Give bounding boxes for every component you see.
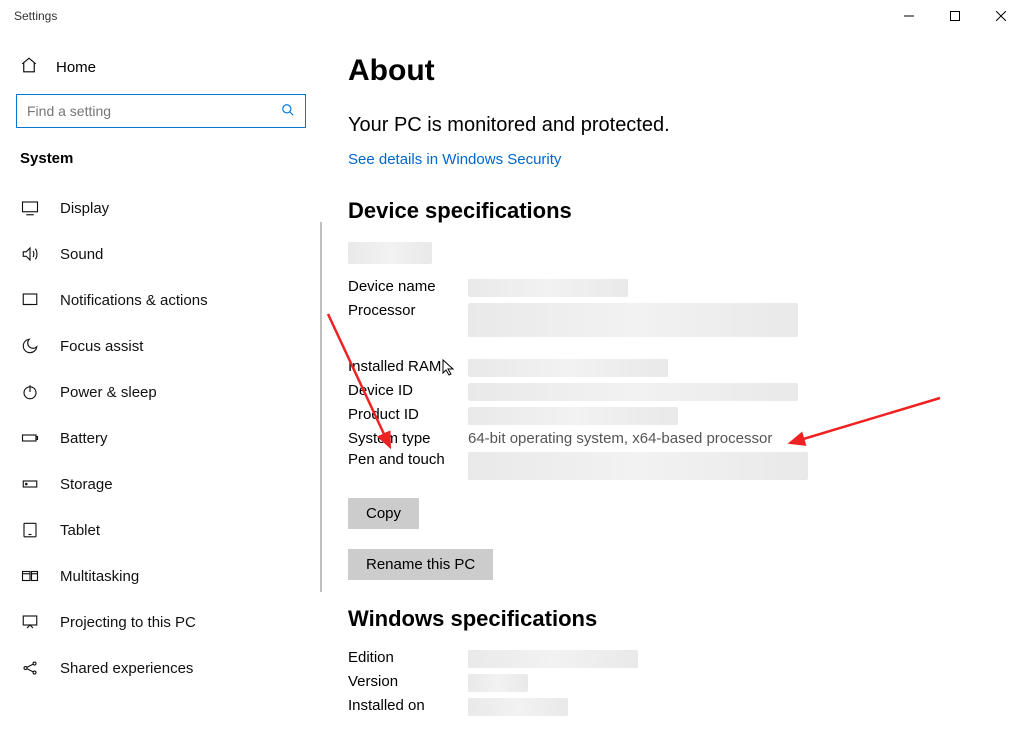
redacted-logo: [348, 242, 432, 264]
nav-label: Power & sleep: [60, 384, 157, 401]
sidebar-section: System: [0, 134, 320, 175]
spec-row-system-type: System type 64-bit operating system, x64…: [348, 431, 996, 446]
sidebar-item-power[interactable]: Power & sleep: [0, 369, 320, 415]
search-icon: [281, 103, 295, 120]
scroll-indicator[interactable]: [320, 222, 322, 592]
redacted-value: [468, 698, 568, 716]
nav-list: Display Sound Notifications & actions Fo…: [0, 175, 320, 691]
spec-row-installed-on: Installed on: [348, 698, 996, 716]
spec-label: Device ID: [348, 383, 468, 398]
nav-label: Tablet: [60, 522, 100, 539]
redacted-value: [468, 407, 678, 425]
redacted-value: [468, 303, 798, 337]
spec-label: Processor: [348, 303, 468, 318]
moon-icon: [20, 337, 40, 355]
nav-label: Display: [60, 200, 109, 217]
copy-button[interactable]: Copy: [348, 498, 419, 529]
home-label: Home: [56, 59, 96, 76]
spec-row-device-name: Device name: [348, 279, 996, 297]
cursor-icon: [442, 359, 456, 377]
protection-status: Your PC is monitored and protected.: [348, 114, 996, 137]
sidebar-item-battery[interactable]: Battery: [0, 415, 320, 461]
search-input[interactable]: Find a setting: [16, 94, 306, 128]
nav-label: Sound: [60, 246, 103, 263]
home-icon: [20, 56, 38, 78]
search-placeholder: Find a setting: [27, 103, 111, 119]
system-type-value: 64-bit operating system, x64-based proce…: [468, 431, 772, 446]
maximize-button[interactable]: [932, 0, 978, 32]
battery-icon: [20, 429, 40, 447]
notifications-icon: [20, 291, 40, 309]
sidebar-item-storage[interactable]: Storage: [0, 461, 320, 507]
redacted-value: [468, 279, 628, 297]
nav-label: Storage: [60, 476, 113, 493]
display-icon: [20, 199, 40, 217]
window-title: Settings: [14, 9, 57, 23]
sidebar: Home Find a setting System Display Sound: [0, 32, 320, 735]
redacted-value: [468, 359, 668, 377]
sidebar-item-sound[interactable]: Sound: [0, 231, 320, 277]
nav-label: Notifications & actions: [60, 292, 208, 309]
spec-label: Version: [348, 674, 468, 689]
power-icon: [20, 383, 40, 401]
titlebar: Settings: [0, 0, 1024, 32]
spec-label: Device name: [348, 279, 468, 294]
spec-row-pen-touch: Pen and touch: [348, 452, 996, 480]
nav-label: Focus assist: [60, 338, 143, 355]
spec-label: System type: [348, 431, 468, 446]
main-content: About Your PC is monitored and protected…: [320, 32, 1024, 735]
nav-label: Projecting to this PC: [60, 614, 196, 631]
spec-row-edition: Edition: [348, 650, 996, 668]
nav-label: Shared experiences: [60, 660, 193, 677]
sidebar-item-shared[interactable]: Shared experiences: [0, 645, 320, 691]
spec-row-version: Version: [348, 674, 996, 692]
spec-label: Product ID: [348, 407, 468, 422]
redacted-value: [468, 452, 808, 480]
rename-pc-button[interactable]: Rename this PC: [348, 549, 493, 580]
sidebar-item-display[interactable]: Display: [0, 185, 320, 231]
window-controls: [886, 0, 1024, 32]
redacted-value: [468, 674, 528, 692]
spec-label: Pen and touch: [348, 452, 468, 467]
storage-icon: [20, 475, 40, 493]
windows-specs-heading: Windows specifications: [348, 606, 996, 632]
sidebar-item-notifications[interactable]: Notifications & actions: [0, 277, 320, 323]
redacted-value: [468, 650, 638, 668]
sound-icon: [20, 245, 40, 263]
redacted-value: [468, 383, 798, 401]
multitasking-icon: [20, 567, 40, 585]
page-title: About: [348, 54, 996, 88]
sidebar-item-multitasking[interactable]: Multitasking: [0, 553, 320, 599]
close-button[interactable]: [978, 0, 1024, 32]
tablet-icon: [20, 521, 40, 539]
nav-label: Battery: [60, 430, 108, 447]
sidebar-item-projecting[interactable]: Projecting to this PC: [0, 599, 320, 645]
minimize-button[interactable]: [886, 0, 932, 32]
spec-label: Edition: [348, 650, 468, 665]
spec-row-device-id: Device ID: [348, 383, 996, 401]
security-link[interactable]: See details in Windows Security: [348, 151, 561, 168]
spec-label: Installed on: [348, 698, 468, 713]
sidebar-item-tablet[interactable]: Tablet: [0, 507, 320, 553]
device-specs-heading: Device specifications: [348, 198, 996, 224]
spec-row-processor: Processor: [348, 303, 996, 337]
sidebar-item-focus-assist[interactable]: Focus assist: [0, 323, 320, 369]
spec-row-product-id: Product ID: [348, 407, 996, 425]
nav-label: Multitasking: [60, 568, 139, 585]
shared-icon: [20, 659, 40, 677]
projecting-icon: [20, 613, 40, 631]
home-nav[interactable]: Home: [0, 46, 320, 88]
